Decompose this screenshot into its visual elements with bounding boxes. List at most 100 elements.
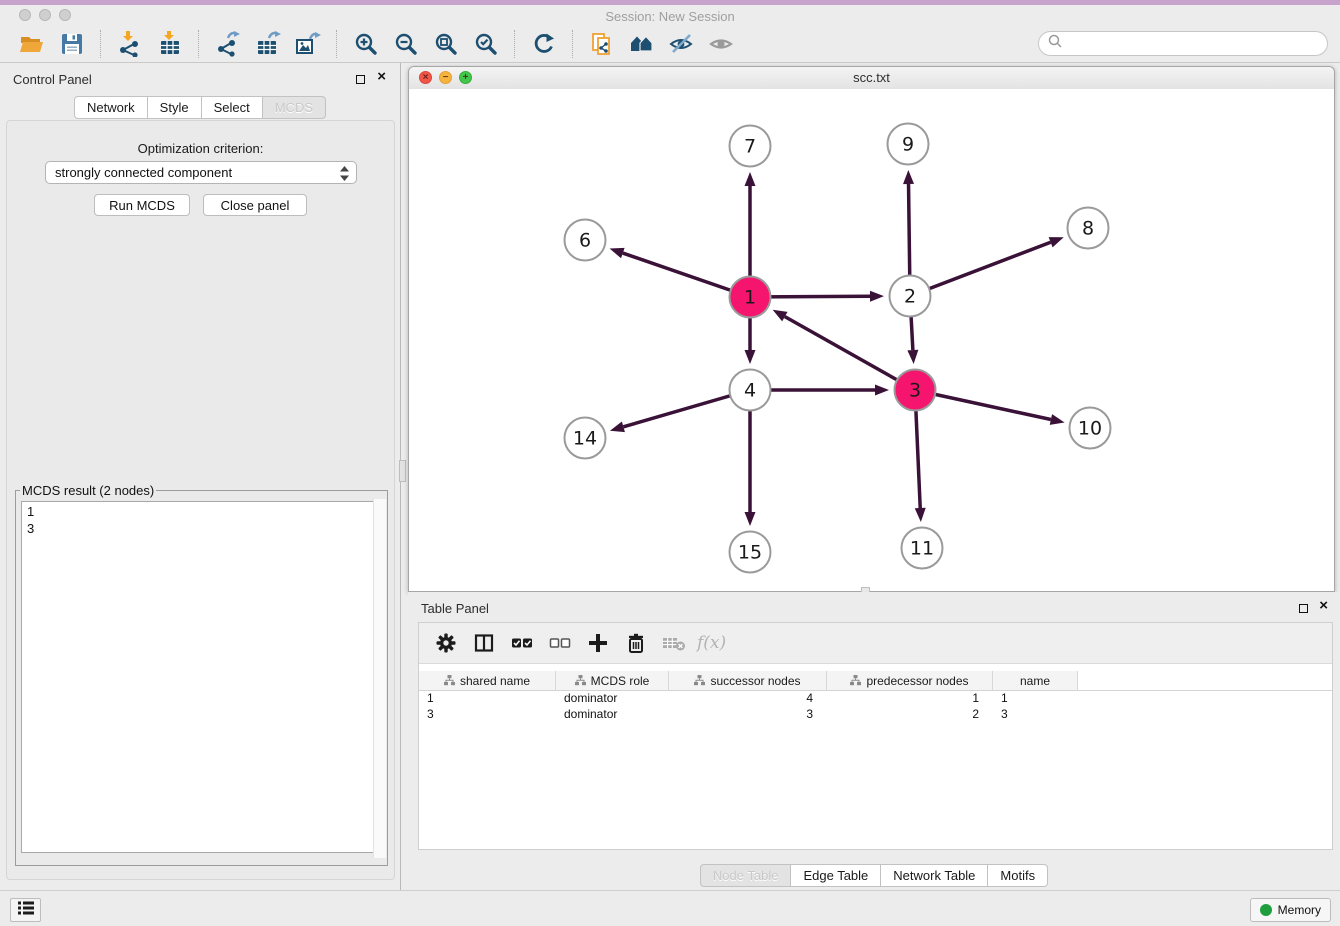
table-row[interactable]: 1dominator411 — [419, 690, 1332, 706]
svg-text:14: 14 — [573, 428, 597, 450]
svg-text:6: 6 — [579, 230, 591, 252]
column-header-successor-nodes[interactable]: successor nodes — [669, 671, 827, 690]
table-cell[interactable]: 1 — [419, 691, 556, 705]
float-panel-icon[interactable] — [356, 75, 365, 84]
tab-network[interactable]: Network — [74, 96, 148, 119]
memory-status-icon — [1260, 904, 1272, 916]
node-table-container: f(x) shared name MCDS role successor nod… — [418, 622, 1333, 850]
table-cell[interactable]: 4 — [669, 691, 827, 705]
svg-text:2: 2 — [904, 286, 916, 308]
splitter-grip[interactable] — [399, 460, 406, 482]
table-cell[interactable]: 1 — [993, 691, 1078, 705]
svg-text:11: 11 — [910, 538, 934, 560]
zoom-out-icon[interactable] — [391, 29, 421, 59]
zoom-in-icon[interactable] — [351, 29, 381, 59]
task-history-button[interactable] — [10, 898, 41, 922]
network-title: scc.txt — [409, 70, 1334, 85]
control-panel-tabs: Network Style Select MCDS — [74, 96, 326, 119]
search-icon — [1047, 33, 1063, 54]
network-view-window: × − + scc.txt 7968124314101511 — [408, 66, 1335, 592]
column-header-shared-name[interactable]: shared name — [419, 671, 556, 690]
graph-edge-3-1[interactable] — [785, 317, 915, 390]
column-header-predecessor-nodes[interactable]: predecessor nodes — [827, 671, 993, 690]
close-panel-button[interactable]: Close panel — [203, 194, 307, 216]
tab-style[interactable]: Style — [148, 96, 202, 119]
mcds-result-legend: MCDS result (2 nodes) — [20, 483, 156, 498]
refresh-icon[interactable] — [529, 29, 559, 59]
select-all-icon[interactable] — [507, 628, 537, 658]
mcds-result-text[interactable]: 1 3 — [21, 501, 382, 853]
deselect-all-icon[interactable] — [545, 628, 575, 658]
create-column-icon[interactable] — [583, 628, 613, 658]
table-cell[interactable]: 3 — [669, 707, 827, 721]
column-header-filler — [1078, 671, 1332, 690]
show-columns-icon[interactable] — [469, 628, 499, 658]
delete-column-icon[interactable] — [621, 628, 651, 658]
open-session-icon[interactable] — [17, 29, 47, 59]
toolbar-separator — [514, 30, 516, 58]
svg-text:4: 4 — [744, 380, 756, 402]
table-cell[interactable]: 3 — [419, 707, 556, 721]
task-history-icon — [15, 897, 37, 924]
toolbar-separator — [100, 30, 102, 58]
export-table-icon[interactable] — [253, 29, 283, 59]
svg-text:7: 7 — [744, 136, 756, 158]
function-builder-icon[interactable]: f(x) — [697, 628, 726, 658]
svg-text:9: 9 — [902, 134, 914, 156]
toolbar-separator — [336, 30, 338, 58]
tab-motifs[interactable]: Motifs — [988, 864, 1048, 887]
control-panel-title: Control Panel — [13, 72, 92, 87]
close-panel-icon[interactable]: × — [377, 68, 386, 86]
graph-edge-2-8[interactable] — [910, 242, 1051, 296]
toolbar-separator — [572, 30, 574, 58]
memory-button[interactable]: Memory — [1250, 898, 1331, 922]
tab-node-table[interactable]: Node Table — [700, 864, 792, 887]
search-field[interactable] — [1038, 31, 1328, 56]
export-network-icon[interactable] — [213, 29, 243, 59]
column-header-name[interactable]: name — [993, 671, 1078, 690]
mcds-panel-body: Optimization criterion: strongly connect… — [6, 120, 395, 880]
svg-text:3: 3 — [909, 380, 921, 402]
table-cell[interactable]: 1 — [827, 691, 993, 705]
tab-mcds[interactable]: MCDS — [263, 96, 326, 119]
tab-select[interactable]: Select — [202, 96, 263, 119]
export-image-icon[interactable] — [293, 29, 323, 59]
column-header-mcds-role[interactable]: MCDS role — [556, 671, 669, 690]
import-table-icon[interactable] — [155, 29, 185, 59]
table-tabs: Node Table Edge Table Network Table Moti… — [408, 864, 1340, 887]
table-panel: Table Panel × f(x) shared name MCDS role… — [408, 592, 1340, 890]
close-table-panel-icon[interactable]: × — [1319, 597, 1328, 615]
show-graphics-details-icon[interactable] — [707, 29, 737, 59]
criterion-select[interactable]: strongly connected component — [45, 161, 357, 184]
mcds-result-scrollbar[interactable] — [373, 499, 386, 858]
toolbar-separator — [198, 30, 200, 58]
zoom-fit-icon[interactable] — [431, 29, 461, 59]
table-cell[interactable]: dominator — [556, 691, 669, 705]
network-graph[interactable]: 7968124314101511 — [409, 89, 1334, 591]
clone-network-icon[interactable] — [587, 29, 617, 59]
search-input[interactable] — [1063, 36, 1327, 52]
hide-graphics-details-icon[interactable] — [667, 29, 697, 59]
main-toolbar — [0, 26, 1340, 63]
svg-text:10: 10 — [1078, 418, 1102, 440]
network-canvas[interactable]: 7968124314101511 — [409, 89, 1334, 591]
table-cell[interactable]: 3 — [993, 707, 1078, 721]
zoom-selected-icon[interactable] — [471, 29, 501, 59]
run-mcds-button[interactable]: Run MCDS — [94, 194, 190, 216]
optimization-criterion-label: Optimization criterion: — [7, 141, 394, 156]
network-window-titlebar[interactable]: × − + scc.txt — [409, 67, 1334, 90]
svg-text:8: 8 — [1082, 218, 1094, 240]
tab-network-table[interactable]: Network Table — [881, 864, 988, 887]
table-row[interactable]: 3dominator323 — [419, 706, 1332, 722]
save-session-icon[interactable] — [57, 29, 87, 59]
table-cell[interactable]: dominator — [556, 707, 669, 721]
status-bar: Memory — [0, 890, 1340, 926]
delete-table-icon[interactable] — [659, 628, 689, 658]
first-neighbors-icon[interactable] — [627, 29, 657, 59]
criterion-select-value: strongly connected component — [55, 165, 232, 180]
table-cell[interactable]: 2 — [827, 707, 993, 721]
float-table-panel-icon[interactable] — [1299, 604, 1308, 613]
table-settings-icon[interactable] — [431, 628, 461, 658]
import-network-icon[interactable] — [115, 29, 145, 59]
tab-edge-table[interactable]: Edge Table — [791, 864, 881, 887]
